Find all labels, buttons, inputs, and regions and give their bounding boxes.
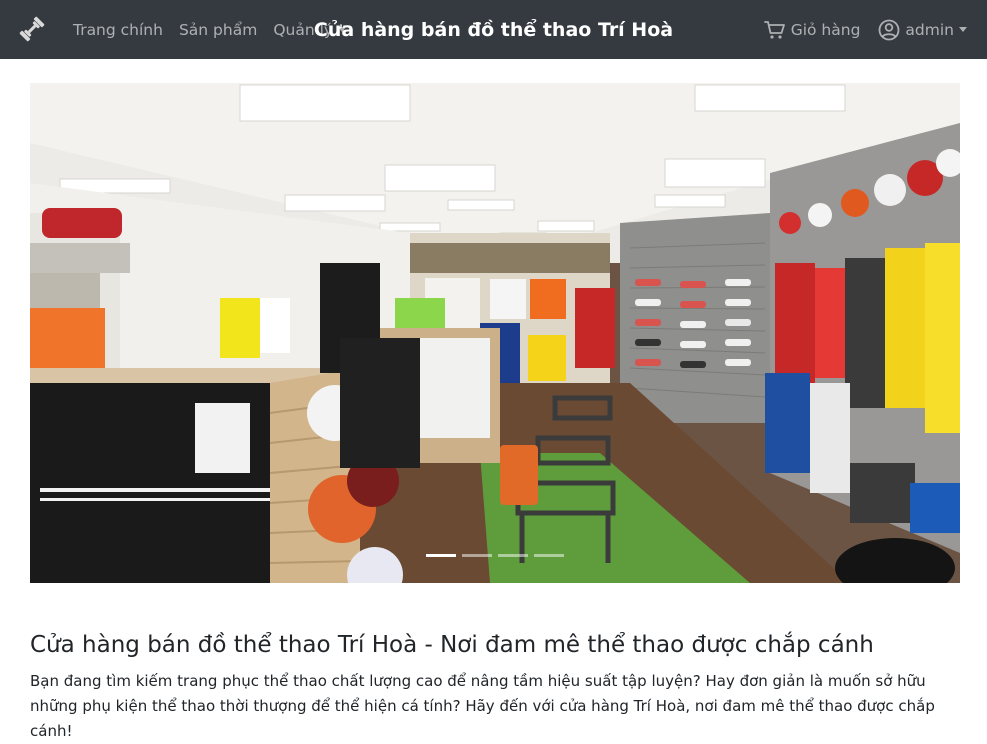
- section-heading: Cửa hàng bán đồ thể thao Trí Hoà - Nơi đ…: [30, 632, 874, 658]
- nav-products-link[interactable]: Sản phẩm: [179, 21, 257, 39]
- nav-links: Trang chính Sản phẩm Quản lý: [73, 0, 347, 59]
- nav-products-label: Sản phẩm: [178, 20, 258, 39]
- caret-down-icon: [338, 27, 347, 32]
- carousel-indicator-1[interactable]: [426, 554, 456, 557]
- nav-home-label: Trang chính: [73, 20, 163, 39]
- nav-right: Giỏ hàng admin: [763, 0, 967, 59]
- user-circle-icon: [879, 19, 900, 40]
- caret-down-icon: [959, 27, 967, 32]
- dumbbell-icon[interactable]: [17, 14, 47, 44]
- cart-label: Giỏ hàng: [790, 20, 861, 39]
- nav-manage-label: Quản lý: [273, 20, 334, 39]
- cart-icon: [763, 20, 785, 39]
- nav-home-link[interactable]: Trang chính: [73, 21, 163, 39]
- carousel-indicator-4[interactable]: [534, 554, 564, 557]
- user-dropdown[interactable]: admin: [878, 19, 967, 41]
- carousel-indicators: [30, 554, 960, 557]
- nav-manage-dropdown[interactable]: Quản lý: [273, 20, 347, 39]
- carousel-indicator-2[interactable]: [462, 554, 492, 557]
- top-navbar: Trang chính Sản phẩm Quản lý Cửa hàng bá…: [0, 0, 987, 59]
- hero-carousel[interactable]: [30, 83, 960, 583]
- carousel-indicator-3[interactable]: [498, 554, 528, 557]
- cart-link[interactable]: Giỏ hàng: [763, 20, 861, 40]
- user-label: admin: [905, 20, 954, 39]
- store-interior-image: [30, 83, 960, 583]
- intro-paragraph: Bạn đang tìm kiếm trang phục thể thao ch…: [30, 672, 935, 740]
